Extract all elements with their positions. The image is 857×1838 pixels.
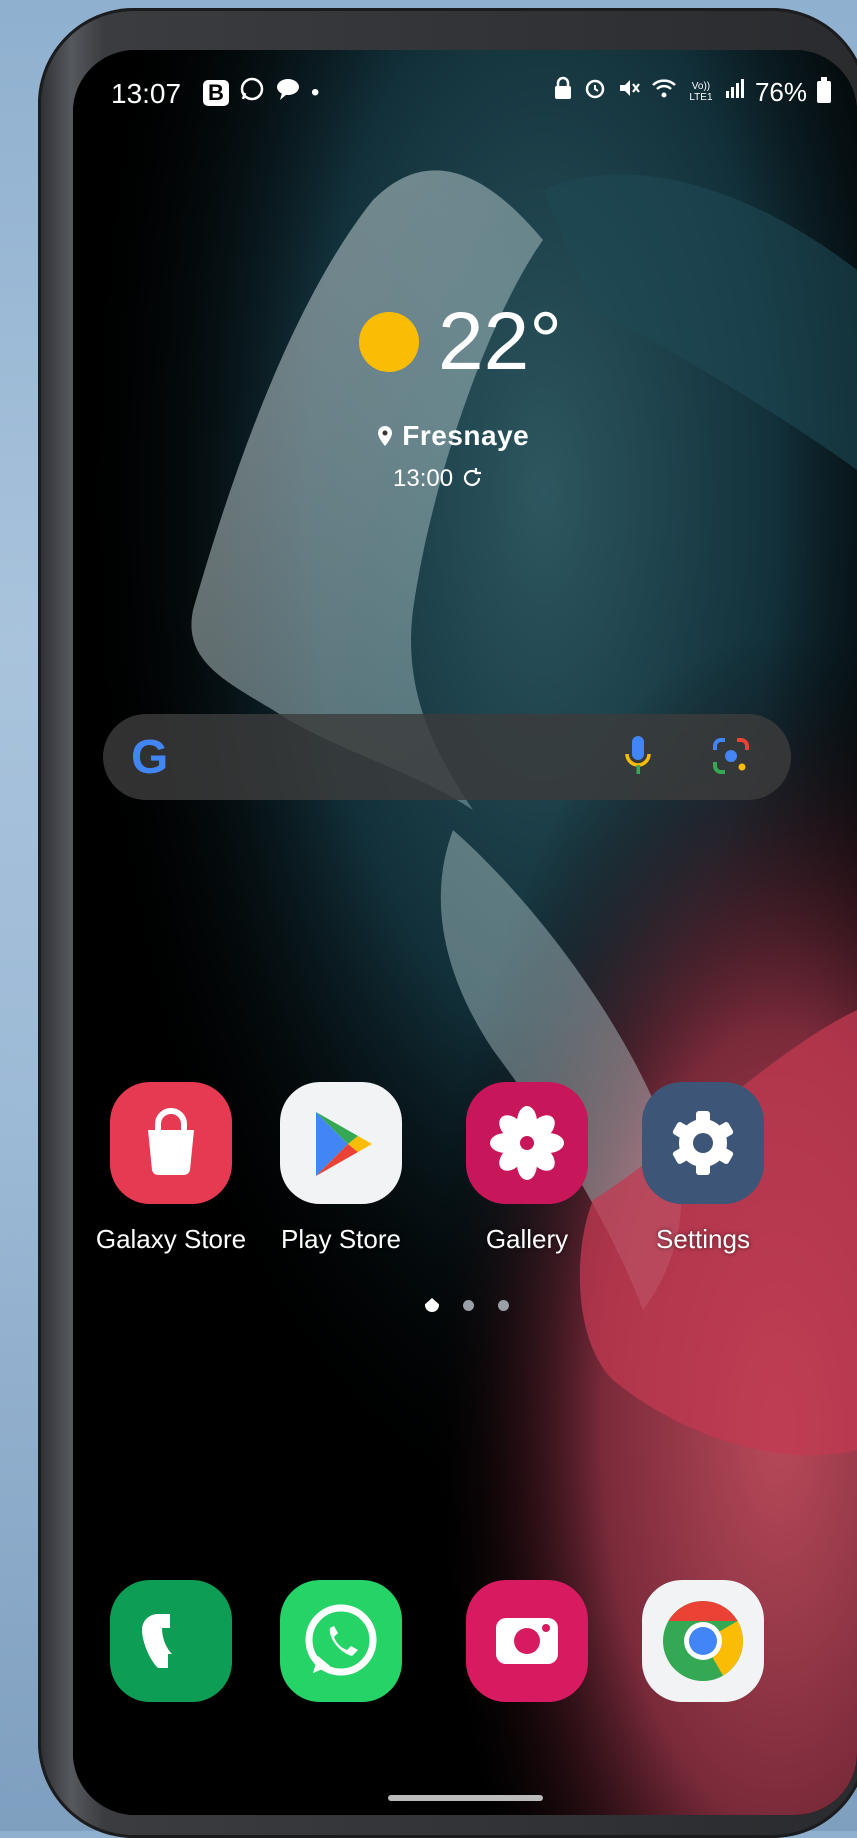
volte-icon: Vo)) LTE1 [689, 81, 713, 103]
refresh-icon[interactable] [460, 465, 484, 492]
page-indicator[interactable] [425, 1298, 509, 1312]
whatsapp-icon [280, 1580, 402, 1702]
dock-camera[interactable] [447, 1580, 607, 1702]
signal-icon [725, 77, 745, 107]
app-label: Gallery [485, 1224, 569, 1254]
home-screen: 13:07 B • Vo)) LTE1 76% 22° Fresnaye 13:… [73, 50, 857, 1815]
dock-phone[interactable] [91, 1580, 251, 1702]
dock-whatsapp[interactable] [261, 1580, 421, 1702]
mic-icon[interactable] [623, 734, 653, 783]
system-icons: Vo)) LTE1 76% [553, 76, 831, 108]
alarm-icon [583, 76, 607, 108]
chat-icon [275, 76, 301, 110]
status-bar: 13:07 B • Vo)) LTE1 76% [73, 50, 857, 130]
play-store-icon [280, 1082, 402, 1204]
weather-widget[interactable]: 22° Fresnaye 13:00 [73, 295, 857, 495]
app-gallery[interactable]: Gallery [447, 1082, 607, 1255]
gear-icon [642, 1082, 764, 1204]
chrome-icon [642, 1580, 764, 1702]
app-label: Settings [656, 1224, 750, 1254]
update-row: 13:00 [393, 465, 484, 493]
sun-icon [359, 312, 419, 372]
app-play-store[interactable]: Play Store [261, 1082, 421, 1255]
page-dot[interactable] [463, 1299, 474, 1311]
battery-level: 76% [754, 76, 807, 107]
google-search-bar[interactable]: G [103, 714, 791, 800]
app-label: Play Store [281, 1224, 401, 1254]
battery-icon [817, 77, 831, 103]
lock-icon [553, 76, 573, 108]
whatsapp-icon [239, 76, 265, 110]
flower-icon [466, 1082, 588, 1204]
mute-icon [617, 76, 641, 108]
clock: 13:07 [111, 78, 182, 109]
page-dot[interactable] [498, 1299, 509, 1311]
update-time: 13:00 [393, 465, 454, 492]
home-page-icon[interactable] [425, 1298, 439, 1312]
shopping-bag-icon [110, 1082, 232, 1204]
camera-icon [466, 1580, 588, 1702]
google-logo-icon: G [131, 731, 169, 784]
wifi-icon [651, 77, 677, 107]
gesture-bar [388, 1795, 543, 1801]
location-name: Fresnaye [402, 420, 530, 451]
dot-icon: • [311, 79, 320, 106]
lens-icon[interactable] [711, 736, 751, 781]
app-galaxy-store[interactable]: Galaxy Store [91, 1082, 251, 1255]
app-label: Galaxy Store [95, 1224, 247, 1254]
app-settings[interactable]: Settings [623, 1082, 783, 1255]
temperature: 22° [438, 296, 563, 387]
dock-chrome[interactable] [623, 1580, 783, 1702]
location-pin-icon [376, 420, 402, 451]
phone-icon [110, 1580, 232, 1702]
location-row: Fresnaye [376, 420, 529, 452]
notification-icons: B • [203, 76, 319, 110]
b-badge-icon: B [203, 80, 229, 106]
